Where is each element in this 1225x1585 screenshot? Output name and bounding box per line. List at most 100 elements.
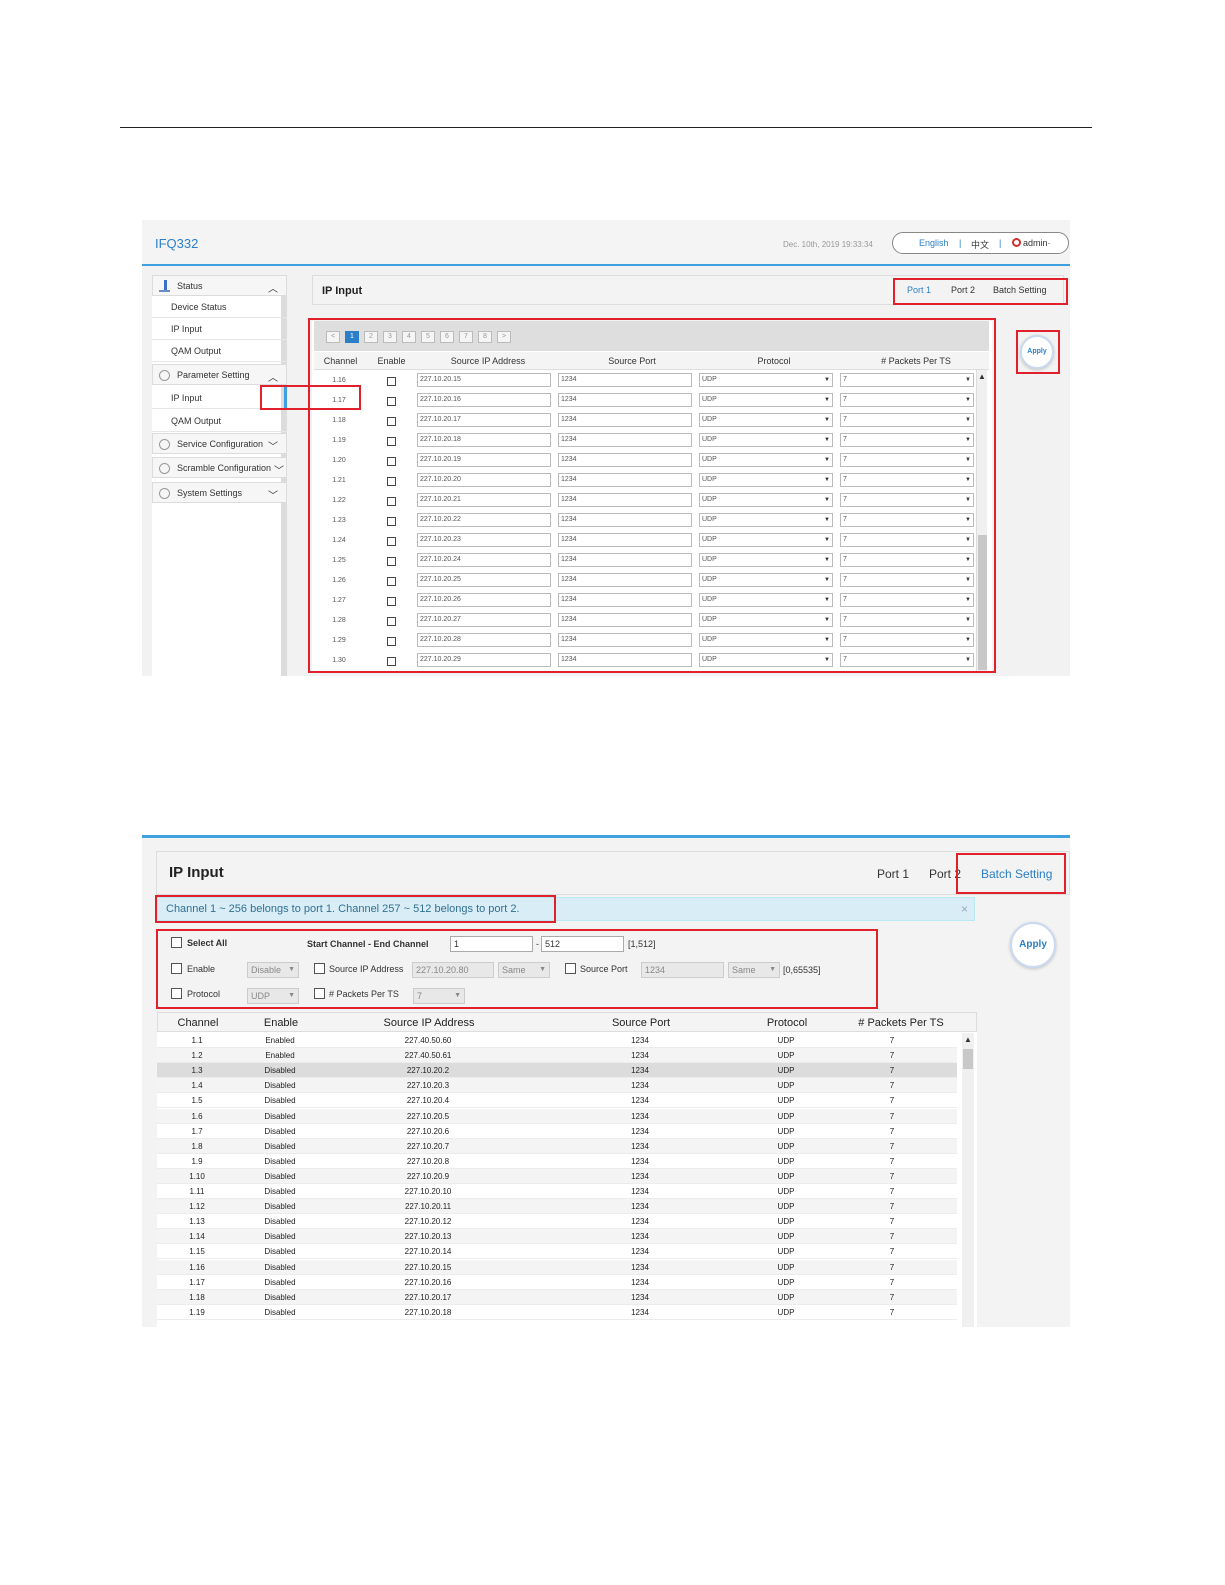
source-ip-checkbox[interactable] (314, 963, 325, 974)
enable-checkbox[interactable] (387, 617, 396, 626)
source-port-input[interactable]: 1234 (558, 613, 692, 627)
apply-button[interactable]: Apply (1020, 335, 1054, 369)
table-row[interactable]: 1.13 Disabled 227.10.20.12 1234 UDP 7 (157, 1214, 957, 1230)
source-port-input[interactable]: 1234 (558, 413, 692, 427)
sidebar-group-parameter-setting[interactable]: Parameter Setting ︿ (152, 364, 287, 385)
enable-checkbox[interactable] (387, 657, 396, 666)
sidebar-group-system-settings[interactable]: System Settings ﹀ (152, 482, 287, 503)
protocol-select[interactable]: UDP (699, 433, 833, 447)
source-ip-mode-select[interactable]: Same (498, 962, 550, 978)
table-row[interactable]: 1.8 Disabled 227.10.20.7 1234 UDP 7 (157, 1138, 957, 1154)
scroll-thumb[interactable] (978, 535, 987, 670)
source-port-checkbox[interactable] (565, 963, 576, 974)
select-all-checkbox[interactable] (171, 937, 182, 948)
enable-checkbox[interactable] (387, 477, 396, 486)
enable-checkbox[interactable] (387, 577, 396, 586)
tab-port-1[interactable]: Port 1 (907, 285, 931, 295)
table-row[interactable]: 1.5 Disabled 227.10.20.4 1234 UDP 7 (157, 1093, 957, 1109)
english-link[interactable]: English (919, 238, 949, 248)
source-ip-input[interactable]: 227.10.20.16 (417, 393, 551, 407)
protocol-select[interactable]: UDP (699, 593, 833, 607)
sidebar-group-service-configuration[interactable]: Service Configuration ﹀ (152, 433, 287, 454)
source-ip-input[interactable]: 227.10.20.15 (417, 373, 551, 387)
protocol-select[interactable]: UDP (699, 553, 833, 567)
table-scrollbar[interactable]: ▲ (976, 370, 987, 673)
packets-select[interactable]: 7 (840, 533, 974, 547)
sidebar-item-ip-input[interactable]: IP Input (152, 387, 287, 409)
packets-select[interactable]: 7 (840, 593, 974, 607)
source-ip-input[interactable]: 227.10.20.18 (417, 433, 551, 447)
protocol-select[interactable]: UDP (699, 613, 833, 627)
packets-select[interactable]: 7 (840, 513, 974, 527)
source-port-input[interactable]: 1234 (558, 493, 692, 507)
enable-checkbox[interactable] (171, 963, 182, 974)
packets-select[interactable]: 7 (840, 373, 974, 387)
packets-select[interactable]: 7 (840, 413, 974, 427)
source-port-input[interactable]: 1234 (558, 533, 692, 547)
source-port-input[interactable]: 1234 (558, 653, 692, 667)
source-ip-input[interactable]: 227.10.20.23 (417, 533, 551, 547)
packets-select[interactable]: 7 (840, 493, 974, 507)
source-port-input[interactable]: 1234 (558, 373, 692, 387)
protocol-select[interactable]: UDP (699, 633, 833, 647)
protocol-select[interactable]: UDP (247, 988, 299, 1004)
enable-checkbox[interactable] (387, 437, 396, 446)
source-port-input[interactable]: 1234 (558, 593, 692, 607)
protocol-select[interactable]: UDP (699, 573, 833, 587)
enable-checkbox[interactable] (387, 377, 396, 386)
protocol-select[interactable]: UDP (699, 373, 833, 387)
enable-checkbox[interactable] (387, 497, 396, 506)
packets-select[interactable]: 7 (840, 393, 974, 407)
source-port-input[interactable]: 1234 (558, 473, 692, 487)
sidebar-item-qam-output-status[interactable]: QAM Output (152, 340, 287, 362)
tab-port-2[interactable]: Port 2 (951, 285, 975, 295)
protocol-select[interactable]: UDP (699, 513, 833, 527)
page-button[interactable]: 5 (421, 331, 435, 343)
source-ip-input[interactable]: 227.10.20.25 (417, 573, 551, 587)
table-row[interactable]: 1.16 Disabled 227.10.20.15 1234 UDP 7 (157, 1259, 957, 1275)
table-row[interactable]: 1.1 Enabled 227.40.50.60 1234 UDP 7 (157, 1033, 957, 1049)
user-menu[interactable]: admin· (1023, 238, 1051, 248)
protocol-select[interactable]: UDP (699, 493, 833, 507)
table-row[interactable]: 1.3 Disabled 227.10.20.2 1234 UDP 7 (157, 1063, 957, 1079)
packets-select[interactable]: 7 (840, 433, 974, 447)
sidebar-item-qam-output[interactable]: QAM Output (152, 410, 287, 432)
source-ip-input[interactable]: 227.10.20.29 (417, 653, 551, 667)
source-port-input[interactable]: 1234 (641, 962, 724, 978)
page-prev-button[interactable]: < (326, 331, 340, 343)
enable-checkbox[interactable] (387, 397, 396, 406)
table-row[interactable]: 1.11 Disabled 227.10.20.10 1234 UDP 7 (157, 1184, 957, 1200)
enable-checkbox[interactable] (387, 537, 396, 546)
source-port-input[interactable]: 1234 (558, 393, 692, 407)
source-port-mode-select[interactable]: Same (728, 962, 780, 978)
source-port-input[interactable]: 1234 (558, 573, 692, 587)
protocol-select[interactable]: UDP (699, 473, 833, 487)
scroll-up-icon[interactable]: ▲ (978, 372, 986, 381)
protocol-select[interactable]: UDP (699, 413, 833, 427)
start-channel-input[interactable]: 1 (450, 936, 533, 952)
chinese-link[interactable]: 中文 (971, 238, 989, 251)
source-port-input[interactable]: 1234 (558, 633, 692, 647)
protocol-select[interactable]: UDP (699, 393, 833, 407)
enable-checkbox[interactable] (387, 517, 396, 526)
sidebar-item-device-status[interactable]: Device Status (152, 296, 287, 318)
packets-select[interactable]: 7 (840, 633, 974, 647)
table-row[interactable]: 1.14 Disabled 227.10.20.13 1234 UDP 7 (157, 1229, 957, 1245)
enable-checkbox[interactable] (387, 417, 396, 426)
table-scrollbar[interactable]: ▲ (962, 1033, 974, 1327)
table-row[interactable]: 1.2 Enabled 227.40.50.61 1234 UDP 7 (157, 1048, 957, 1064)
table-row[interactable]: 1.9 Disabled 227.10.20.8 1234 UDP 7 (157, 1154, 957, 1169)
end-channel-input[interactable]: 512 (541, 936, 624, 952)
table-row[interactable]: 1.4 Disabled 227.10.20.3 1234 UDP 7 (157, 1078, 957, 1094)
tab-port-2[interactable]: Port 2 (929, 867, 961, 881)
enable-checkbox[interactable] (387, 637, 396, 646)
protocol-checkbox[interactable] (171, 988, 182, 999)
source-port-input[interactable]: 1234 (558, 433, 692, 447)
apply-button[interactable]: Apply (1010, 922, 1056, 968)
sidebar-group-scramble-configuration[interactable]: Scramble Configuration ﹀ (152, 457, 287, 478)
source-ip-input[interactable]: 227.10.20.26 (417, 593, 551, 607)
packets-select[interactable]: 7 (840, 453, 974, 467)
source-port-input[interactable]: 1234 (558, 553, 692, 567)
table-row[interactable]: 1.12 Disabled 227.10.20.11 1234 UDP 7 (157, 1199, 957, 1215)
close-icon[interactable]: × (961, 902, 968, 916)
